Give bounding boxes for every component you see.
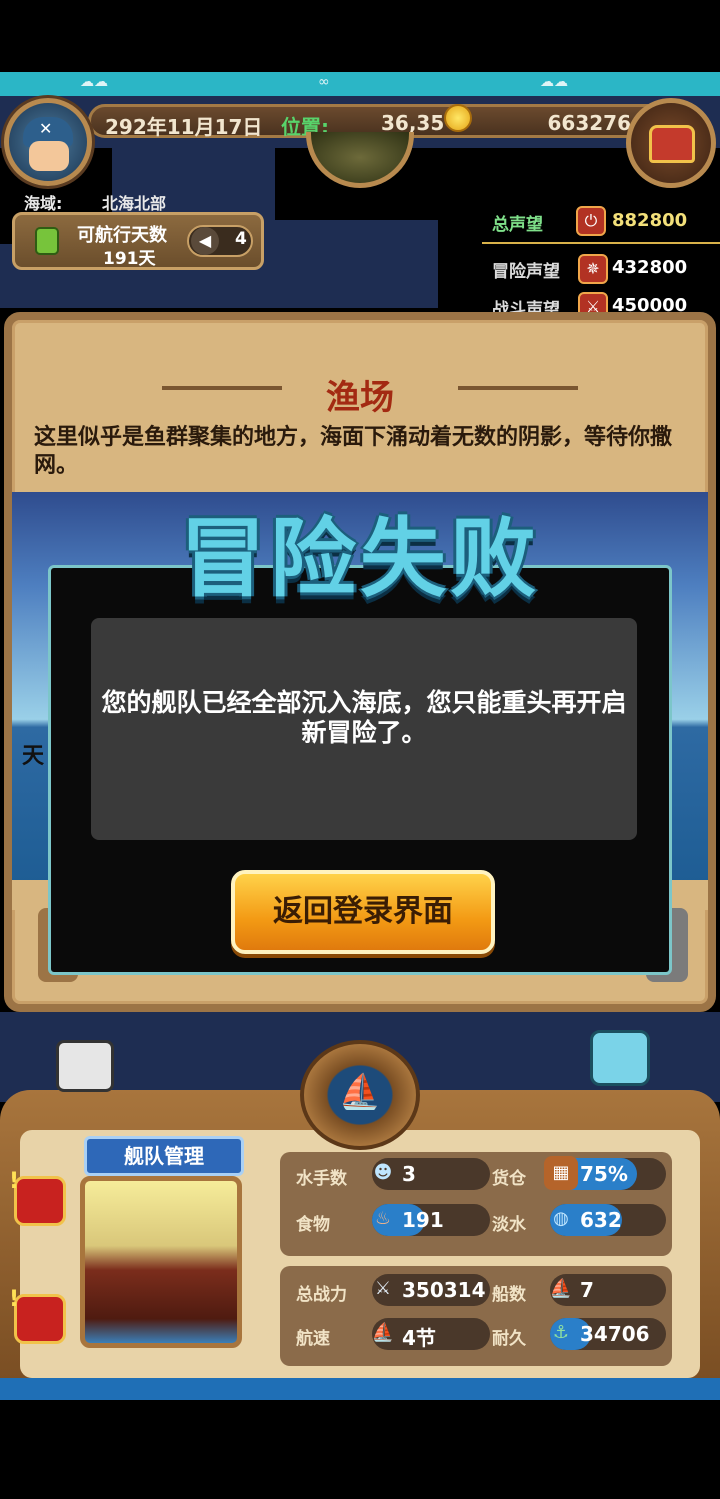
fleet-management-tab[interactable]: 舰队管理 xyxy=(84,1136,244,1176)
gold-amount: 663276 xyxy=(547,111,632,135)
water-stat: ◍ 632 xyxy=(550,1204,666,1236)
return-to-login-button[interactable]: 返回登录界面 xyxy=(231,870,495,954)
sailing-ship-icon: ⛵ xyxy=(371,1322,395,1343)
durability-label: 耐久 xyxy=(492,1329,526,1349)
reputation-icon: ⏻ xyxy=(576,206,606,236)
failure-message-box: 您的舰队已经全部沉入海底，您只能重头再开启新冒险了。 xyxy=(91,618,637,840)
captain-avatar[interactable]: ✕ xyxy=(4,98,92,186)
repair-ship-icon: ⚓ xyxy=(552,1322,570,1343)
cargo-label: 货仓 xyxy=(492,1169,526,1189)
region-label: 海域: xyxy=(24,194,63,213)
top-band: ☁☁ ∞ ☁☁ xyxy=(0,72,720,96)
power-label: 总战力 xyxy=(296,1285,347,1305)
water-jug-icon: ◍ xyxy=(553,1208,569,1229)
adventure-reputation-value: 432800 xyxy=(612,257,688,278)
food-label: 食物 xyxy=(296,1215,330,1235)
alert-icon: ! xyxy=(9,1169,20,1194)
durability-stat: ⚓ 34706 xyxy=(550,1318,666,1350)
power-stat: ⚔ 350314 xyxy=(372,1274,490,1306)
food-stat: ♨ 191 xyxy=(372,1204,490,1236)
total-reputation-label: 总声望 xyxy=(492,215,543,235)
cat-mascot-icon xyxy=(590,1030,650,1086)
failure-dialog: 您的舰队已经全部沉入海底，您只能重头再开启新冒险了。 返回登录界面 xyxy=(48,565,672,975)
ship-icon: ⛵ xyxy=(338,1072,382,1112)
water-label: 淡水 xyxy=(492,1215,526,1235)
wind-direction-icon: ◀ xyxy=(191,227,219,255)
sailing-days-panel: 可航行天数 191天 ◀ 4 xyxy=(12,212,264,270)
fleet-ship-image[interactable] xyxy=(80,1176,242,1348)
speed-label: 航速 xyxy=(296,1329,330,1349)
failure-title: 冒险失败 xyxy=(180,509,540,609)
region-name: 北海北部 xyxy=(102,194,167,213)
total-reputation-value: 882800 xyxy=(612,210,688,231)
compass-rose-icon: ✵ xyxy=(578,254,608,284)
ship-button[interactable]: ! xyxy=(9,1287,66,1344)
robot-mascot-icon xyxy=(56,1040,114,1092)
meat-icon: ♨ xyxy=(374,1208,392,1229)
ships-label: 船数 xyxy=(492,1285,526,1305)
speed-stat: ⛵ 4节 xyxy=(372,1318,490,1350)
game-date: 292年11月17日 xyxy=(105,115,263,139)
failure-message: 您的舰队已经全部沉入海底，您只能重头再开启新冒险了。 xyxy=(101,688,627,747)
wind-value: 4 xyxy=(235,229,247,249)
coin-icon xyxy=(444,104,472,132)
reputation-divider xyxy=(482,242,720,244)
cloud-icon: ☁☁ xyxy=(80,74,108,90)
supply-barrel-icon xyxy=(35,227,59,255)
sailors-stat: ☻ 3 xyxy=(372,1158,490,1190)
event-description: 这里似乎是鱼群聚集的地方，海面下涌动着无数的阴影，等待你撒网。 xyxy=(34,425,673,478)
cloud-icon: ☁☁ xyxy=(540,74,568,90)
adventure-reputation-label: 冒险声望 xyxy=(492,262,560,282)
scene-caption: 天 xyxy=(22,744,45,769)
cargo-stat: ▦ 75% xyxy=(544,1156,666,1190)
sailing-days-value: 191天 xyxy=(103,249,156,269)
sailor-icon: ☻ xyxy=(373,1162,393,1183)
wave-icon: ∞ xyxy=(318,74,330,90)
event-title: 渔场 xyxy=(326,378,394,418)
boat-icon: ⛵ xyxy=(549,1278,573,1299)
crew-button[interactable]: ! xyxy=(9,1169,66,1226)
crate-icon: ▦ xyxy=(544,1156,578,1190)
bottom-stripe xyxy=(0,1378,720,1400)
alert-icon: ! xyxy=(9,1287,20,1312)
sailors-label: 水手数 xyxy=(296,1169,347,1189)
crossed-swords-icon: ⚔ xyxy=(374,1278,392,1299)
treasure-chest-icon[interactable] xyxy=(626,98,716,188)
ships-stat: ⛵ 7 xyxy=(550,1274,666,1306)
skull-icon: ✕ xyxy=(39,119,53,138)
